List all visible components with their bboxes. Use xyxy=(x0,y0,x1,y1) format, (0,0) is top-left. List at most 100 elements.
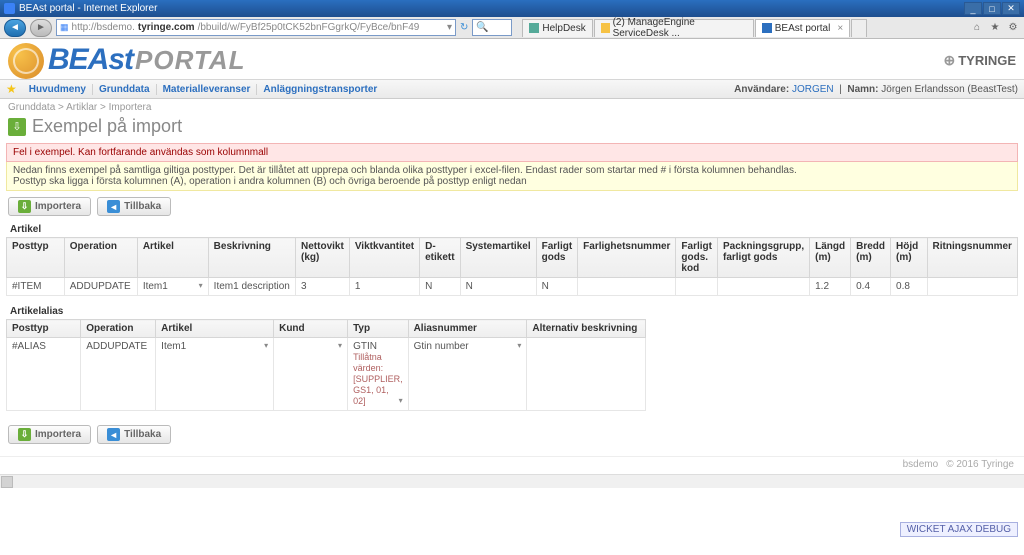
cell-nettovikt: 3 xyxy=(296,278,350,296)
col-viktkvantitet: Viktkvantitet xyxy=(349,238,419,278)
back-button[interactable]: ◄ Tillbaka xyxy=(97,197,171,216)
cell-artikel: Item1▾ xyxy=(156,338,274,411)
maximize-button[interactable]: □ xyxy=(983,2,1001,15)
footer-copyright: © 2016 Tyringe xyxy=(946,459,1014,470)
favorite-star-icon[interactable]: ★ xyxy=(6,82,17,96)
cell-farligt-gods: N xyxy=(536,278,578,296)
import-button[interactable]: ⇩Importera xyxy=(8,197,91,216)
favorites-icon[interactable]: ★ xyxy=(988,21,1002,35)
tab-beast-portal[interactable]: BEAst portal× xyxy=(755,19,850,37)
col-operation: Operation xyxy=(81,320,156,338)
col-artikel: Artikel xyxy=(156,320,274,338)
cell-artikel: Item1▾ xyxy=(137,278,208,296)
cell-posttyp: #ITEM xyxy=(7,278,65,296)
url-prefix: http://bsdemo. xyxy=(72,22,135,33)
cell-operation: ADDUPDATE xyxy=(64,278,137,296)
tab-icon xyxy=(601,23,610,33)
vendor-brand: ⊕ TYRINGE xyxy=(943,52,1016,69)
url-path: /bbuild/w/FyBf25p0tCK52bnFGgrkQ/FyBce/bn… xyxy=(198,22,420,33)
scrollbar-thumb[interactable] xyxy=(1,476,13,488)
tab-label: HelpDesk xyxy=(542,23,585,34)
user-value: JORGEN xyxy=(792,84,834,95)
cell-operation: ADDUPDATE xyxy=(81,338,156,411)
typ-allowed-values: Tillåtna värden: [SUPPLIER, GS1, 01, 02] xyxy=(353,352,403,406)
import-button-icon: ⇩ xyxy=(18,428,31,441)
new-tab-button[interactable] xyxy=(851,19,867,37)
typ-value: GTIN xyxy=(353,341,377,352)
address-bar[interactable]: ▦ http://bsdemo.tyringe.com/bbuild/w/FyB… xyxy=(56,19,456,36)
cell-altbesk xyxy=(527,338,646,411)
col-altbesk: Alternativ beskrivning xyxy=(527,320,646,338)
wicket-debug-badge[interactable]: WICKET AJAX DEBUG xyxy=(900,522,1018,537)
col-artikel: Artikel xyxy=(137,238,208,278)
cell-systemartikel: N xyxy=(460,278,536,296)
col-hojd: Höjd (m) xyxy=(891,238,927,278)
crumb-importera[interactable]: Importera xyxy=(109,102,152,113)
tools-icon[interactable]: ⚙ xyxy=(1006,21,1020,35)
page-title: Exempel på import xyxy=(32,116,182,137)
back-button-icon: ◄ xyxy=(107,428,120,441)
page-icon: ▦ xyxy=(60,22,69,33)
menu-anlaggningstransporter[interactable]: Anläggningstransporter xyxy=(257,84,383,95)
menu-grunddata[interactable]: Grunddata xyxy=(93,84,157,95)
minimize-button[interactable]: _ xyxy=(964,2,982,15)
import-button-bottom[interactable]: ⇩ Importera xyxy=(8,425,91,444)
cell-detikett: N xyxy=(420,278,460,296)
home-icon[interactable]: ⌂ xyxy=(970,21,984,35)
brand-text-portal: PORTAL xyxy=(135,45,245,76)
cell-aliasnr: Gtin number▾ xyxy=(408,338,527,411)
info-message: Nedan finns exempel på samtliga giltiga … xyxy=(6,162,1018,191)
menu-huvudmeny[interactable]: Huvudmeny xyxy=(23,84,93,95)
cell-packgrupp xyxy=(717,278,809,296)
col-beskrivning: Beskrivning xyxy=(208,238,295,278)
main-menu: ★ Huvudmeny Grunddata Materialleveranser… xyxy=(0,79,1024,99)
cell-langd: 1.2 xyxy=(810,278,851,296)
crumb-artiklar[interactable]: Artiklar xyxy=(66,102,97,113)
window-titlebar: BEAst portal - Internet Explorer _ □ ✕ xyxy=(0,0,1024,17)
artikel-table: Posttyp Operation Artikel Beskrivning Ne… xyxy=(6,237,1018,296)
favicon-icon xyxy=(4,3,15,14)
cell-typ: GTIN Tillåtna värden: [SUPPLIER, GS1, 01… xyxy=(348,338,409,411)
col-systemartikel: Systemartikel xyxy=(460,238,536,278)
url-dropdown-icon[interactable]: ▾ xyxy=(447,22,452,33)
tab-helpdesk[interactable]: HelpDesk xyxy=(522,19,592,37)
tab-manageengine[interactable]: (2) ManageEngine ServiceDesk ... xyxy=(594,19,754,37)
col-detikett: D-etikett xyxy=(420,238,460,278)
import-button-icon: ⇩ xyxy=(18,200,31,213)
menu-materialleveranser[interactable]: Materialleveranser xyxy=(157,84,258,95)
logo-icon xyxy=(8,43,44,79)
alias-table: Posttyp Operation Artikel Kund Typ Alias… xyxy=(6,319,646,411)
caret-icon: ▾ xyxy=(517,341,521,350)
page-title-row: ⇩ Exempel på import xyxy=(0,116,1024,143)
back-button-label: Tillbaka xyxy=(124,201,161,212)
brand-text-beast: BEAst xyxy=(48,43,133,77)
page-footer: bsdemo © 2016 Tyringe xyxy=(0,456,1024,474)
tab-icon xyxy=(529,23,539,33)
artikel-section-title: Artikel xyxy=(6,222,1018,237)
table-row: #ITEM ADDUPDATE Item1▾ Item1 description… xyxy=(7,278,1018,296)
breadcrumb: Grunddata > Artiklar > Importera xyxy=(0,99,1024,116)
user-label: Användare: xyxy=(734,84,789,95)
col-operation: Operation xyxy=(64,238,137,278)
close-button[interactable]: ✕ xyxy=(1002,2,1020,15)
back-button-icon: ◄ xyxy=(107,200,120,213)
cell-beskrivning: Item1 description xyxy=(208,278,295,296)
cell-farlighetsnr xyxy=(578,278,676,296)
tab-icon xyxy=(762,23,772,33)
col-aliasnr: Aliasnummer xyxy=(408,320,527,338)
tab-close-icon[interactable]: × xyxy=(837,23,843,34)
browser-search-box[interactable]: 🔍 xyxy=(472,19,512,36)
col-nettovikt: Nettovikt (kg) xyxy=(296,238,350,278)
name-label: Namn: xyxy=(847,84,878,95)
back-nav-button[interactable]: ◄ xyxy=(4,19,26,37)
back-button-bottom[interactable]: ◄Tillbaka xyxy=(97,425,171,444)
crumb-grunddata[interactable]: Grunddata xyxy=(8,102,55,113)
import-button-label: Importera xyxy=(35,429,81,440)
footer-host: bsdemo xyxy=(903,459,939,470)
url-domain: tyringe.com xyxy=(138,22,195,33)
refresh-icon[interactable]: ↻ xyxy=(460,22,468,33)
horizontal-scrollbar[interactable] xyxy=(0,474,1024,488)
cell-ritningsnr xyxy=(927,278,1018,296)
col-farligt-gods: Farligt gods xyxy=(536,238,578,278)
forward-nav-button[interactable]: ► xyxy=(30,19,52,37)
